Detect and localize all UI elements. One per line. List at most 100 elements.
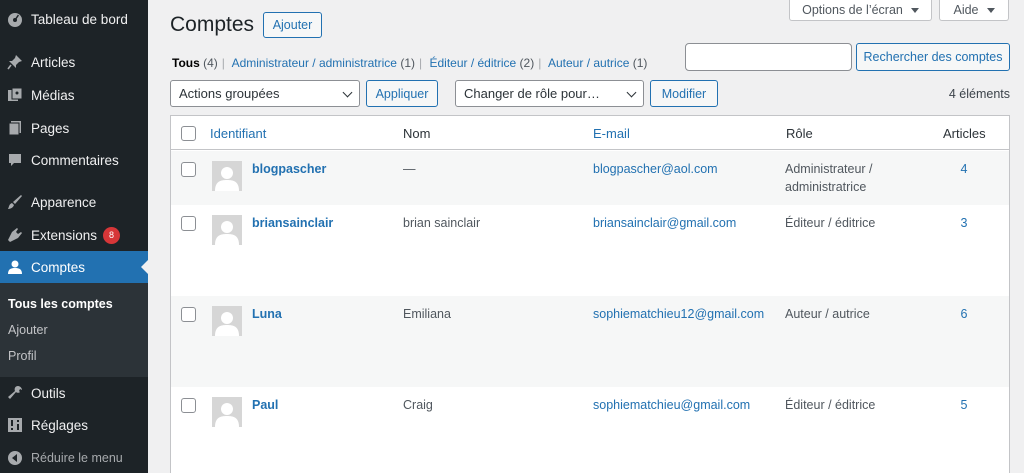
update-count-badge: 8	[103, 226, 121, 244]
user-icon	[7, 259, 23, 275]
sidebar-item-accounts[interactable]: Comptes	[0, 251, 148, 283]
table-header: Identifiant Nom E-mail Rôle Articles	[171, 116, 1009, 150]
column-posts: Articles	[943, 126, 986, 141]
view-all-count: (4)	[203, 56, 218, 70]
media-icon	[7, 87, 23, 103]
change-role-button[interactable]: Modifier	[650, 80, 718, 107]
accounts-submenu: Tous les comptes Ajouter Profil	[0, 283, 148, 377]
username-link[interactable]: blogpascher	[252, 160, 326, 178]
users-table: Identifiant Nom E-mail Rôle Articles blo…	[170, 115, 1010, 473]
username-link[interactable]: Paul	[252, 396, 278, 414]
chevron-down-icon	[626, 87, 637, 98]
user-posts-count[interactable]: 3	[944, 214, 984, 232]
user-name: Craig	[403, 398, 433, 412]
sidebar-item-label: Réglages	[31, 417, 89, 433]
sidebar-item-articles[interactable]: Articles	[0, 46, 148, 78]
change-role-value: Changer de rôle pour…	[464, 86, 600, 101]
row-checkbox[interactable]	[181, 162, 196, 177]
sidebar-item-label: Commentaires	[31, 152, 119, 168]
collapse-menu-button[interactable]: Réduire le menu	[0, 442, 148, 473]
user-email[interactable]: sophiematchieu12@gmail.com	[593, 305, 764, 323]
sidebar-item-comments[interactable]: Commentaires	[0, 144, 148, 176]
add-new-button[interactable]: Ajouter	[263, 12, 322, 38]
submenu-profile[interactable]: Profil	[8, 349, 36, 363]
item-count: 4 éléments	[948, 87, 1010, 101]
user-posts-count[interactable]: 4	[944, 160, 984, 178]
view-editor-count: (2)	[519, 56, 535, 70]
row-checkbox[interactable]	[181, 307, 196, 322]
pin-icon	[7, 54, 23, 70]
page-icon	[7, 120, 23, 136]
sidebar-item-appearance[interactable]: Apparence	[0, 186, 148, 218]
screen-options-button[interactable]: Options de l’écran	[789, 0, 932, 21]
view-editor[interactable]: Éditeur / éditrice	[429, 56, 516, 70]
view-author[interactable]: Auteur / autrice	[548, 56, 629, 70]
sidebar-item-label: Extensions	[31, 227, 98, 243]
sidebar-item-dashboard[interactable]: Tableau de bord	[0, 3, 148, 35]
user-role: Éditeur / éditrice	[785, 398, 876, 412]
row-checkbox[interactable]	[181, 216, 196, 231]
sidebar-item-label: Médias	[31, 87, 75, 103]
username-link[interactable]: briansainclair	[252, 214, 333, 232]
user-email[interactable]: blogpascher@aol.com	[593, 160, 718, 178]
plugin-icon	[7, 227, 23, 243]
search-input[interactable]	[685, 43, 852, 71]
user-role: Auteur / autrice	[785, 307, 870, 321]
admin-sidebar: Tableau de bord Articles Médias Pages Co…	[0, 0, 148, 473]
sidebar-item-label: Apparence	[31, 194, 97, 210]
column-name: Nom	[403, 126, 431, 141]
user-role: Administrateur / administratrice	[785, 162, 873, 194]
sidebar-item-medias[interactable]: Médias	[0, 79, 148, 111]
column-email[interactable]: E-mail	[593, 126, 630, 141]
sidebar-item-label: Articles	[31, 54, 76, 70]
bulk-actions-value: Actions groupées	[179, 86, 280, 101]
submenu-all-accounts[interactable]: Tous les comptes	[8, 297, 113, 311]
avatar	[212, 306, 242, 336]
search-accounts-button[interactable]: Rechercher des comptes	[856, 43, 1010, 71]
user-role: Éditeur / éditrice	[785, 216, 876, 230]
chevron-down-icon	[342, 87, 353, 98]
user-name: —	[403, 162, 416, 176]
user-posts-count[interactable]: 6	[944, 305, 984, 323]
main-content: Comptes Ajouter Options de l’écran Aide …	[148, 0, 1024, 473]
user-email[interactable]: sophiematchieu@gmail.com	[593, 396, 750, 414]
bulk-actions-select[interactable]: Actions groupées	[170, 80, 360, 107]
table-row: Paul Craig sophiematchieu@gmail.com Édit…	[171, 387, 1009, 473]
sidebar-item-label: Pages	[31, 120, 70, 136]
avatar	[212, 161, 242, 191]
row-checkbox[interactable]	[181, 398, 196, 413]
avatar	[212, 397, 242, 427]
submenu-add[interactable]: Ajouter	[8, 323, 48, 337]
view-administrator-count: (1)	[400, 56, 415, 70]
view-administrator[interactable]: Administrateur / administratrice	[232, 56, 397, 70]
sidebar-item-extensions[interactable]: Extensions 8	[0, 219, 148, 251]
collapse-arrow-icon	[7, 450, 23, 466]
help-label: Aide	[953, 3, 979, 17]
avatar	[212, 215, 242, 245]
sidebar-item-pages[interactable]: Pages	[0, 112, 148, 144]
comment-icon	[7, 152, 23, 168]
sidebar-item-tools[interactable]: Outils	[0, 377, 148, 409]
table-row: Luna Emiliana sophiematchieu12@gmail.com…	[171, 296, 1009, 387]
table-row: blogpascher — blogpascher@aol.com Admini…	[171, 151, 1009, 205]
sidebar-item-settings[interactable]: Réglages	[0, 409, 148, 441]
apply-button[interactable]: Appliquer	[366, 80, 438, 107]
sidebar-item-label: Comptes	[31, 259, 86, 275]
page-title: Comptes	[170, 13, 255, 36]
user-email[interactable]: briansainclair@gmail.com	[593, 214, 736, 232]
view-all[interactable]: Tous	[172, 56, 200, 70]
username-link[interactable]: Luna	[252, 305, 282, 323]
caret-down-icon	[986, 7, 995, 13]
caret-down-icon	[910, 7, 919, 13]
user-name: brian sainclair	[403, 216, 481, 230]
help-button[interactable]: Aide	[939, 0, 1009, 21]
view-author-count: (1)	[632, 56, 648, 70]
change-role-select[interactable]: Changer de rôle pour…	[455, 80, 644, 107]
screen-options-label: Options de l’écran	[802, 3, 903, 17]
select-all-checkbox[interactable]	[181, 126, 196, 141]
role-filter-links: Tous (4) | Administrateur / administratri…	[172, 56, 648, 70]
settings-icon	[7, 417, 23, 433]
wrench-icon	[7, 385, 23, 401]
user-posts-count[interactable]: 5	[944, 396, 984, 414]
column-username[interactable]: Identifiant	[210, 126, 266, 141]
